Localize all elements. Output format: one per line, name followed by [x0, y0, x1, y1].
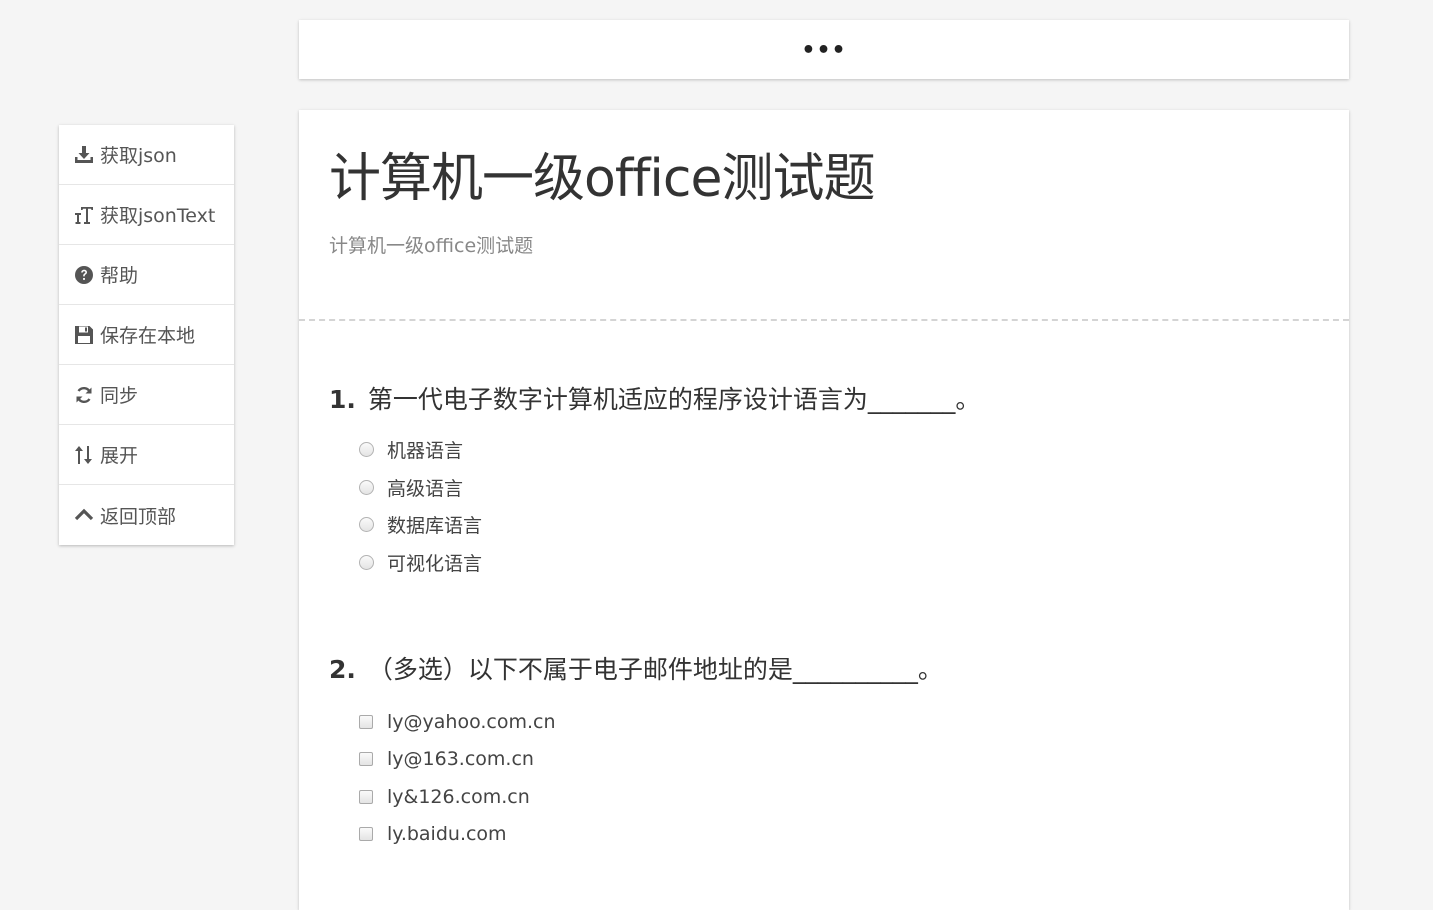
question-number: 2. [329, 655, 356, 684]
refresh-icon [73, 384, 95, 406]
back-to-top-button[interactable]: 返回顶部 [59, 485, 234, 545]
option-label: ly@163.com.cn [387, 748, 534, 771]
checkbox[interactable] [359, 752, 373, 767]
survey-title: 计算机一级office测试题 [329, 149, 875, 209]
chevron-up-icon [73, 504, 95, 526]
checkbox[interactable] [359, 789, 373, 804]
sidebar-item-label: 返回顶部 [100, 505, 177, 528]
sidebar-item-label: 获取json [100, 145, 177, 167]
get-json-button[interactable]: 获取json [59, 125, 234, 185]
question-text: 第一代电子数字计算机适应的程序设计语言为_______。 [367, 385, 981, 414]
question-text: （多选）以下不属于电子邮件地址的是__________。 [367, 655, 943, 684]
option-label: 数据库语言 [387, 515, 483, 538]
sidebar-item-label: 获取jsonText [100, 205, 216, 227]
question-1: 1. 第一代电子数字计算机适应的程序设计语言为_______。 机器语言 高级语言… [329, 382, 980, 581]
survey-subtitle: 计算机一级office测试题 [329, 235, 534, 257]
question-2: 2. （多选）以下不属于电子邮件地址的是__________。 ly@yahoo.… [329, 652, 943, 853]
more-menu-dots[interactable]: ••• [801, 39, 846, 62]
checkbox-option[interactable]: ly@yahoo.com.cn [359, 703, 943, 741]
option-label: ly&126.com.cn [387, 785, 530, 808]
sidebar-item-label: 展开 [100, 445, 139, 467]
option-label: ly@yahoo.com.cn [387, 710, 556, 733]
sidebar-toolbar: 获取json 获取jsonText 帮助 保存在本地 同步 展开 返回顶部 [59, 125, 234, 545]
checkbox-option[interactable]: ly@163.com.cn [359, 741, 943, 779]
checkbox-option[interactable]: ly.baidu.com [359, 816, 943, 854]
header-divider [299, 319, 1349, 321]
radio-option[interactable]: 高级语言 [359, 469, 980, 507]
survey-card: 计算机一级office测试题 计算机一级office测试题 1. 第一代电子数字计… [299, 110, 1349, 910]
save-icon [73, 324, 95, 346]
sidebar-item-label: 保存在本地 [100, 325, 196, 347]
question-title: 1. 第一代电子数字计算机适应的程序设计语言为_______。 [329, 382, 980, 418]
download-icon [73, 144, 95, 166]
question-number: 1. [329, 385, 356, 414]
question-title: 2. （多选）以下不属于电子邮件地址的是__________。 [329, 652, 943, 688]
radio-option[interactable]: 数据库语言 [359, 506, 980, 544]
save-local-button[interactable]: 保存在本地 [59, 305, 234, 365]
radio-option[interactable]: 机器语言 [359, 431, 980, 469]
expand-button[interactable]: 展开 [59, 425, 234, 485]
option-label: 可视化语言 [387, 552, 483, 575]
get-json-text-button[interactable]: 获取jsonText [59, 185, 234, 245]
checkbox[interactable] [359, 714, 373, 729]
sidebar-item-label: 帮助 [100, 265, 139, 287]
radio-button[interactable] [359, 442, 374, 458]
radio-button[interactable] [359, 479, 374, 495]
sidebar-item-label: 同步 [100, 385, 139, 407]
help-button[interactable]: 帮助 [59, 245, 234, 305]
radio-button[interactable] [359, 554, 374, 570]
radio-button[interactable] [359, 517, 374, 533]
option-label: 高级语言 [387, 477, 464, 500]
text-height-icon [73, 204, 95, 226]
radio-option[interactable]: 可视化语言 [359, 544, 980, 582]
top-bar: ••• [299, 20, 1349, 79]
checkbox-option[interactable]: ly&126.com.cn [359, 778, 943, 816]
option-label: 机器语言 [387, 440, 464, 463]
sort-icon [73, 444, 95, 466]
sync-button[interactable]: 同步 [59, 365, 234, 425]
checkbox[interactable] [359, 827, 373, 842]
option-list: ly@yahoo.com.cn ly@163.com.cn ly&126.com… [359, 703, 943, 853]
option-label: ly.baidu.com [387, 823, 507, 846]
option-list: 机器语言 高级语言 数据库语言 可视化语言 [359, 431, 980, 581]
question-circle-icon [73, 264, 95, 286]
